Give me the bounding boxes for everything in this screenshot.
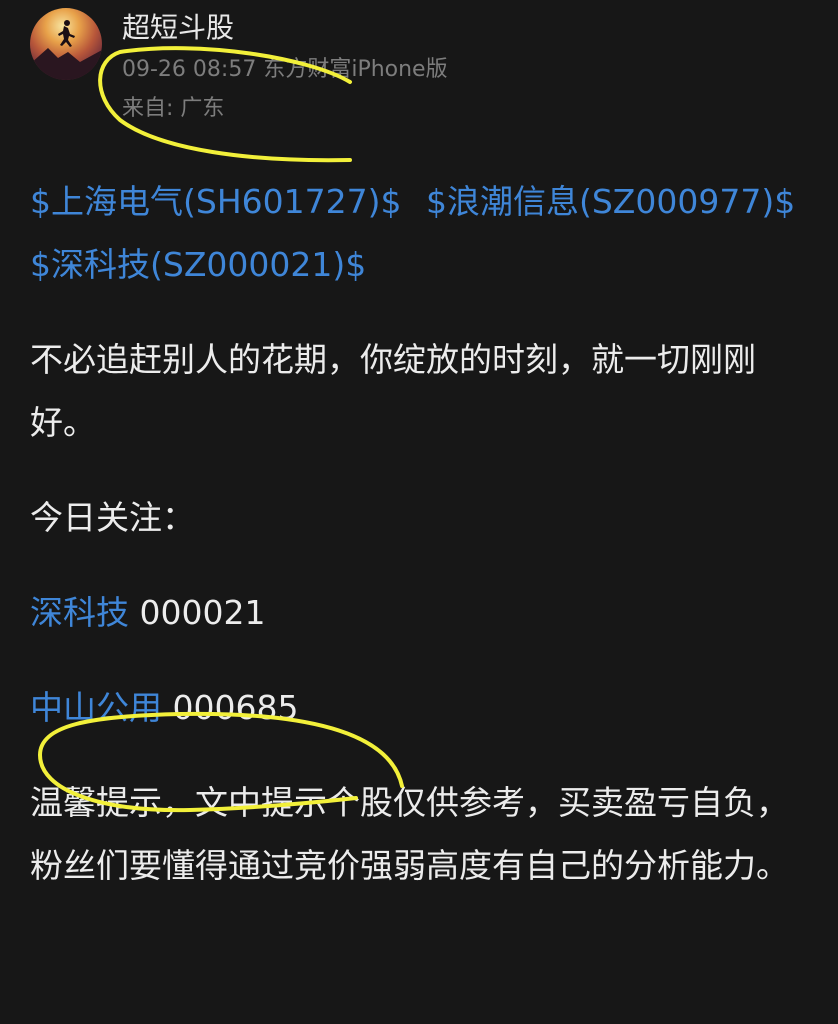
stock-tag-link[interactable]: $上海电气(SH601727)$ xyxy=(30,182,401,221)
post-page: 超短斗股 09-26 08:57 东方财富iPhone版 来自: 广东 $上海电… xyxy=(0,0,838,1024)
pick-stock-link[interactable]: 深科技 xyxy=(30,593,129,632)
pick-stock-link[interactable]: 中山公用 xyxy=(30,688,162,727)
post-content: $上海电气(SH601727)$ $浪潮信息(SZ000977)$ $深科技(S… xyxy=(30,170,810,929)
pick-stock-code: 000021 xyxy=(139,593,266,632)
stock-tag-link[interactable]: $浪潮信息(SZ000977)$ xyxy=(426,182,795,221)
disclaimer-text: 温馨提示，文中提示个股仅供参考，买卖盈亏自负，粉丝们要懂得通过竞价强弱高度有自己… xyxy=(30,783,789,885)
avatar[interactable] xyxy=(30,8,102,80)
avatar-image-icon xyxy=(30,20,102,80)
focus-label: 今日关注： xyxy=(30,498,195,537)
pick-stock-code: 000685 xyxy=(172,688,299,727)
stock-tags: $上海电气(SH601727)$ $浪潮信息(SZ000977)$ $深科技(S… xyxy=(30,170,810,296)
post-source: 东方财富iPhone版 xyxy=(263,57,448,82)
pick-row: 深科技 000021 xyxy=(30,581,810,644)
post-location: 来自: 广东 xyxy=(122,96,225,121)
stock-tag-link[interactable]: $深科技(SZ000021)$ xyxy=(30,245,366,284)
pick-row: 中山公用 000685 xyxy=(30,676,810,739)
author-name[interactable]: 超短斗股 xyxy=(122,10,234,46)
post-time: 09-26 08:57 xyxy=(122,57,257,82)
quote-text: 不必追赶别人的花期，你绽放的时刻，就一切刚刚好。 xyxy=(30,340,756,442)
post-meta: 09-26 08:57 东方财富iPhone版 xyxy=(122,56,448,84)
